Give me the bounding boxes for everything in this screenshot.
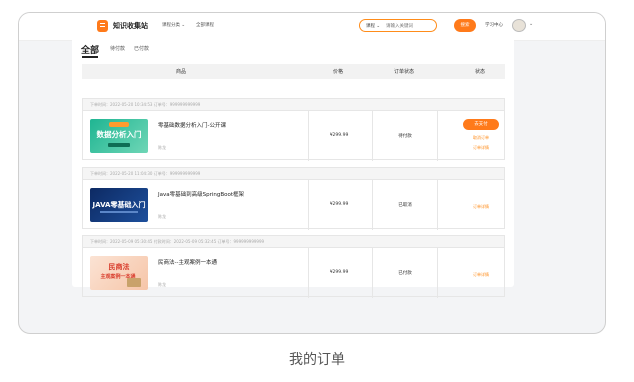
course-name[interactable]: Java零基础到高级SpringBoot框架 bbox=[158, 190, 244, 198]
order-meta: 下单时间：2022-05-09 05:30:45 付款时间：2022-05-09… bbox=[90, 239, 265, 244]
search-box: 课程 ⌄ bbox=[359, 19, 437, 32]
divider bbox=[437, 111, 438, 161]
divider bbox=[308, 180, 309, 230]
order-details-link[interactable]: 订单详情 bbox=[473, 272, 489, 278]
column-header-product: 商品 bbox=[175, 69, 187, 75]
column-header-order-status: 订单状态 bbox=[393, 69, 415, 75]
nav-course-category[interactable]: 课程分类 ⌄ bbox=[162, 22, 185, 28]
divider bbox=[372, 180, 373, 230]
book-icon bbox=[127, 278, 141, 287]
chevron-down-icon[interactable]: ⌄ bbox=[529, 21, 533, 27]
logo-icon[interactable] bbox=[97, 20, 108, 32]
order-price: ¥299.99 bbox=[329, 133, 349, 138]
order-meta-bar: 下单时间：2022-05-20 11:04:30 订单号：99999999999… bbox=[83, 168, 504, 180]
thumbnail-title: 数据分析入门 bbox=[96, 130, 142, 139]
order-row: 下单时间：2022-05-20 10:34:53 订单号：99999999999… bbox=[82, 98, 505, 161]
learning-center-link[interactable]: 学习中心 bbox=[485, 22, 503, 28]
active-tab-indicator bbox=[82, 56, 98, 58]
tab-all[interactable]: 全部 bbox=[81, 43, 99, 56]
divider bbox=[372, 248, 373, 298]
column-header-price: 价格 bbox=[332, 69, 344, 75]
thumbnail-title: 民商法 bbox=[108, 263, 130, 271]
thumbnail-subtitle-bar bbox=[100, 211, 138, 213]
thumbnail-subtitle-bar bbox=[108, 143, 130, 147]
order-details-link[interactable]: 订单详情 bbox=[473, 145, 489, 151]
order-status: 已取消 bbox=[398, 203, 412, 208]
divider bbox=[372, 111, 373, 161]
order-meta-bar: 下单时间：2022-05-09 05:30:45 付款时间：2022-05-09… bbox=[83, 236, 504, 248]
divider bbox=[308, 111, 309, 161]
order-meta: 下单时间：2022-05-20 11:04:30 订单号：99999999999… bbox=[90, 171, 201, 176]
order-meta-bar: 下单时间：2022-05-20 10:34:53 订单号：99999999999… bbox=[83, 99, 504, 111]
thumbnail-tag bbox=[109, 122, 129, 127]
table-header bbox=[82, 64, 505, 79]
page-caption: 我的订单 bbox=[289, 352, 345, 368]
nav-all-courses[interactable]: 全部课程 bbox=[196, 22, 214, 28]
order-details-link[interactable]: 订单详情 bbox=[473, 204, 489, 210]
divider bbox=[437, 248, 438, 298]
cancel-order-link[interactable]: 取消订单 bbox=[473, 135, 489, 141]
course-thumbnail[interactable]: 数据分析入门 bbox=[90, 119, 148, 153]
course-thumbnail[interactable]: 民商法 主观案例一本通 bbox=[90, 256, 148, 290]
order-price: ¥299.99 bbox=[329, 270, 349, 275]
divider bbox=[437, 180, 438, 230]
divider bbox=[308, 248, 309, 298]
course-teacher: 陈龙 bbox=[158, 145, 166, 150]
tab-pending-payment[interactable]: 待付款 bbox=[110, 45, 125, 52]
course-teacher: 陈龙 bbox=[158, 282, 166, 287]
site-brand[interactable]: 知识收集站 bbox=[113, 21, 148, 31]
tab-paid[interactable]: 已付款 bbox=[134, 45, 149, 52]
order-row: 下单时间：2022-05-20 11:04:30 订单号：99999999999… bbox=[82, 167, 505, 230]
search-button[interactable]: 搜索 bbox=[454, 19, 476, 32]
course-teacher: 陈龙 bbox=[158, 214, 166, 219]
search-category-select[interactable]: 课程 ⌄ bbox=[366, 23, 380, 29]
order-status: 已付款 bbox=[398, 271, 412, 276]
avatar[interactable] bbox=[512, 19, 526, 32]
order-status: 待付款 bbox=[398, 134, 412, 139]
column-header-status: 状态 bbox=[474, 69, 486, 75]
search-input[interactable] bbox=[386, 22, 434, 30]
course-name[interactable]: 民商法--主观案例一本通 bbox=[158, 258, 217, 266]
course-thumbnail[interactable]: JAVA零基础入门 bbox=[90, 188, 148, 222]
order-meta: 下单时间：2022-05-20 10:34:53 订单号：99999999999… bbox=[90, 102, 201, 107]
pay-button[interactable]: 去支付 bbox=[463, 119, 499, 130]
thumbnail-title: JAVA零基础入门 bbox=[92, 201, 146, 209]
order-row: 下单时间：2022-05-09 05:30:45 付款时间：2022-05-09… bbox=[82, 235, 505, 298]
course-name[interactable]: 零基础数据分析入门-公开课 bbox=[158, 121, 226, 129]
order-price: ¥299.99 bbox=[329, 202, 349, 207]
